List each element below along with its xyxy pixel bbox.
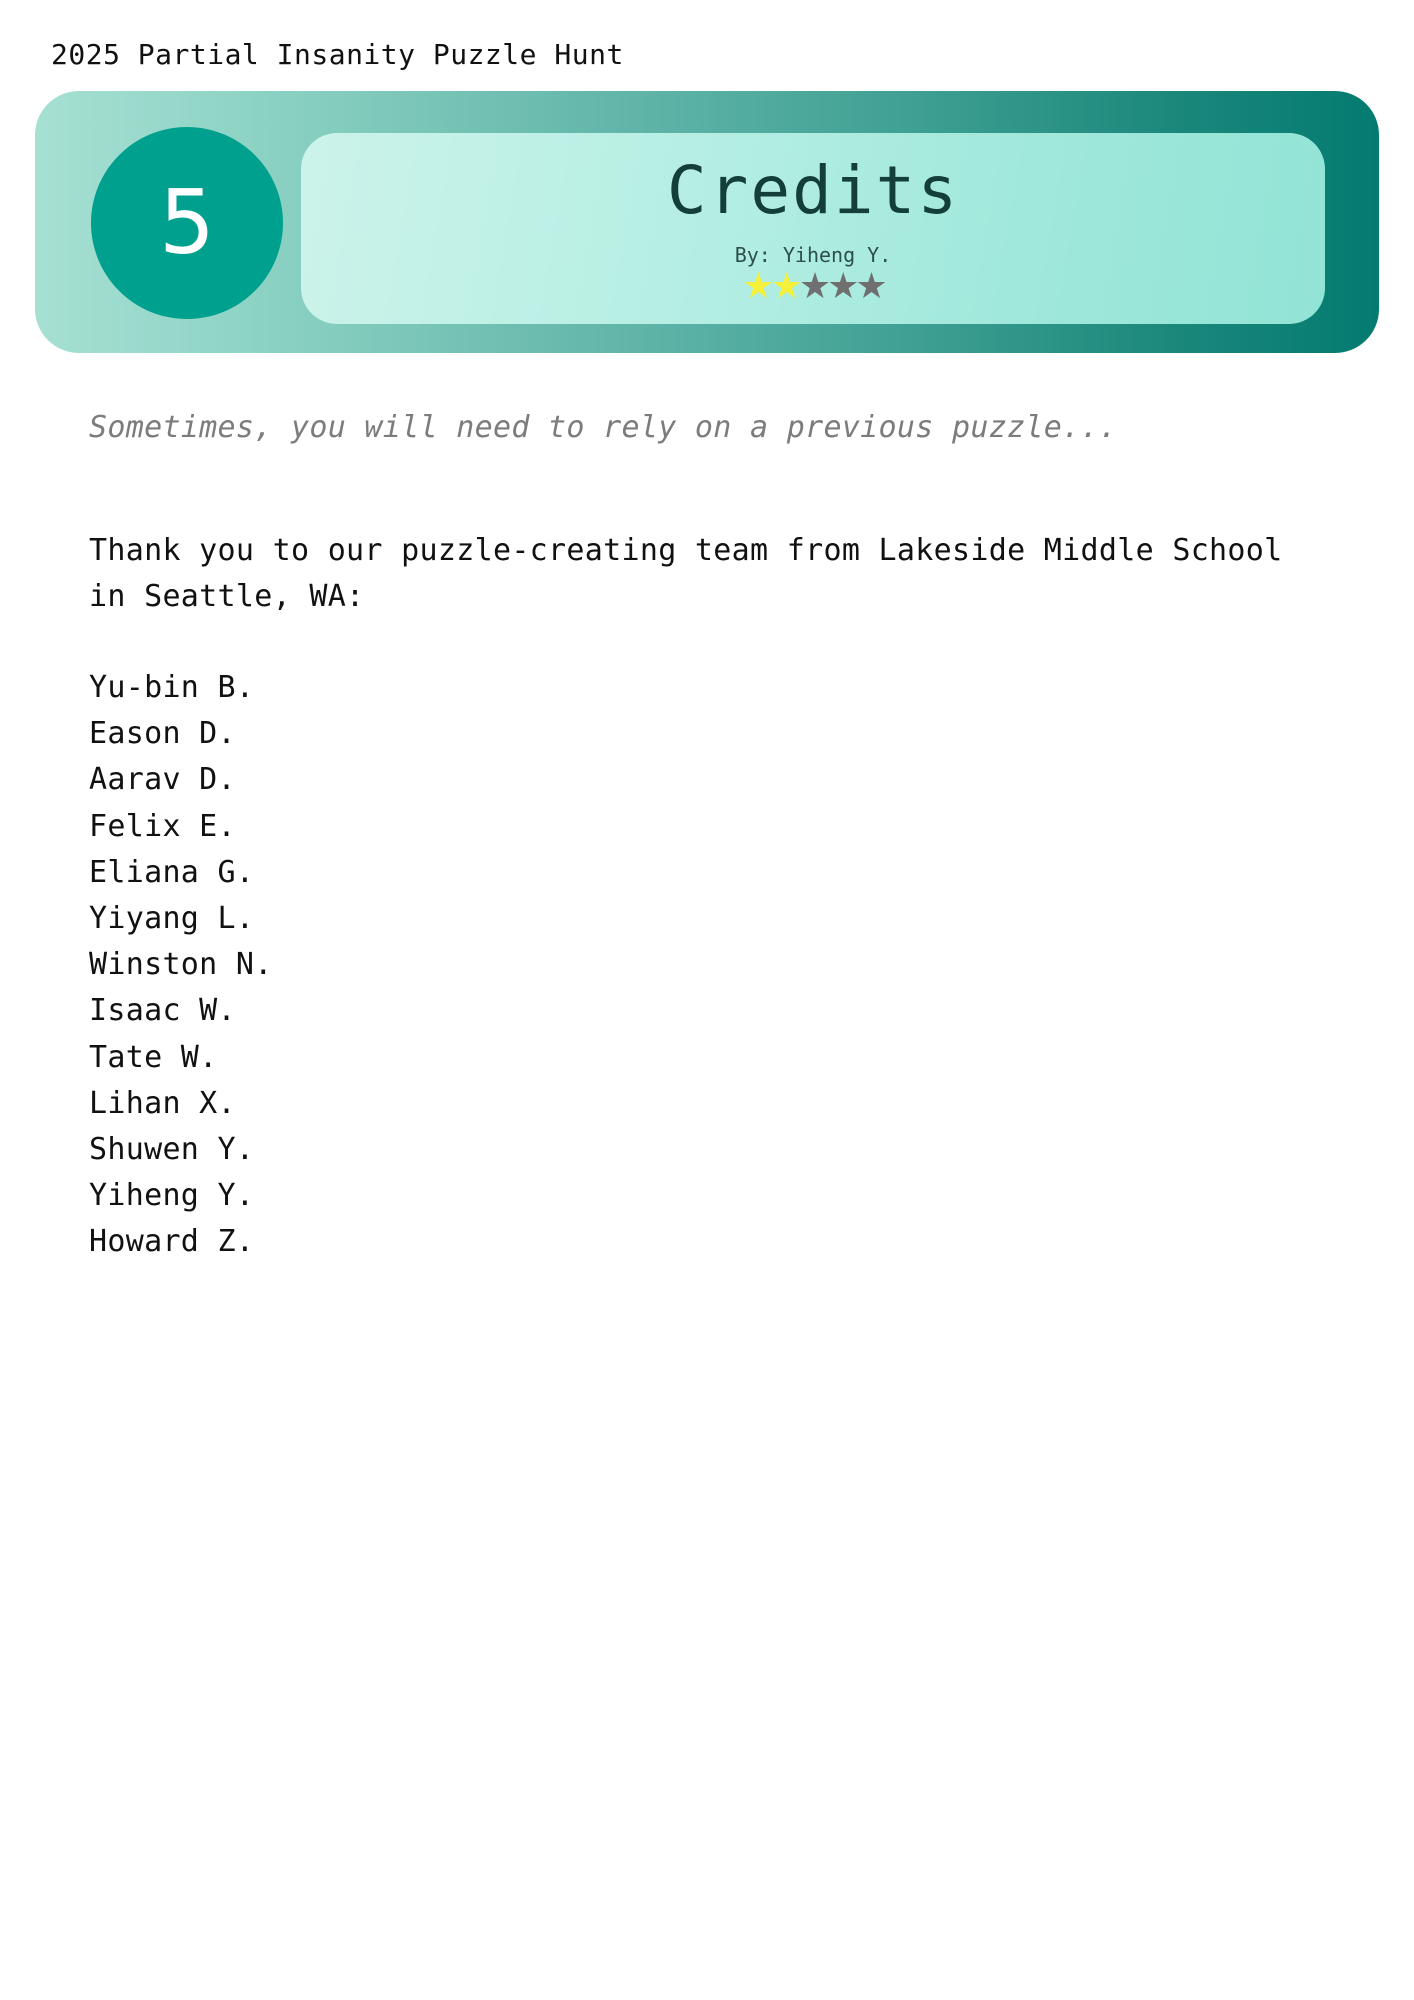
credits-list: Yu-bin B. Eason D. Aarav D. Felix E. Eliana … bbox=[89, 665, 273, 1266]
credit-name: Eason D. bbox=[89, 716, 236, 752]
credit-name: Shuwen Y. bbox=[89, 1132, 255, 1168]
puzzle-number-badge: 5 bbox=[91, 127, 283, 319]
credit-name: Howard Z. bbox=[89, 1224, 255, 1260]
hunt-title: 2025 Partial Insanity Puzzle Hunt bbox=[51, 38, 624, 71]
credit-name: Yu-bin B. bbox=[89, 670, 255, 705]
credit-name: Lihan X. bbox=[89, 1085, 236, 1121]
credit-name: Isaac W. bbox=[89, 993, 236, 1029]
title-card: Credits By: Yiheng Y. ★★★★★ bbox=[301, 133, 1325, 324]
intro-text: Thank you to our puzzle-creating team fr… bbox=[89, 533, 1283, 614]
star-empty-icon: ★ bbox=[798, 266, 831, 307]
star-filled-icon: ★ bbox=[770, 266, 803, 307]
star-empty-icon: ★ bbox=[855, 266, 887, 307]
credit-name: Tate W. bbox=[89, 1039, 218, 1075]
puzzle-banner: 5 Credits By: Yiheng Y. ★★★★★ bbox=[35, 91, 1379, 353]
star-empty-icon: ★ bbox=[827, 266, 859, 307]
difficulty-rating: ★★★★★ bbox=[301, 269, 1325, 305]
author-credit: By: Yiheng Y. bbox=[734, 243, 892, 267]
puzzle-number: 5 bbox=[159, 171, 215, 274]
credit-name: Felix E. bbox=[89, 808, 236, 844]
credit-name: Winston N. bbox=[89, 947, 273, 983]
puzzle-title: Credits bbox=[666, 152, 960, 229]
credit-name: Yiyang L. bbox=[89, 901, 255, 937]
credit-name: Yiheng Y. bbox=[89, 1178, 255, 1214]
credit-name: Aarav D. bbox=[89, 762, 236, 798]
credit-name: Eliana G. bbox=[89, 854, 255, 890]
star-filled-icon: ★ bbox=[742, 266, 774, 307]
flavor-text: Sometimes, you will need to rely on a pr… bbox=[89, 410, 1118, 445]
